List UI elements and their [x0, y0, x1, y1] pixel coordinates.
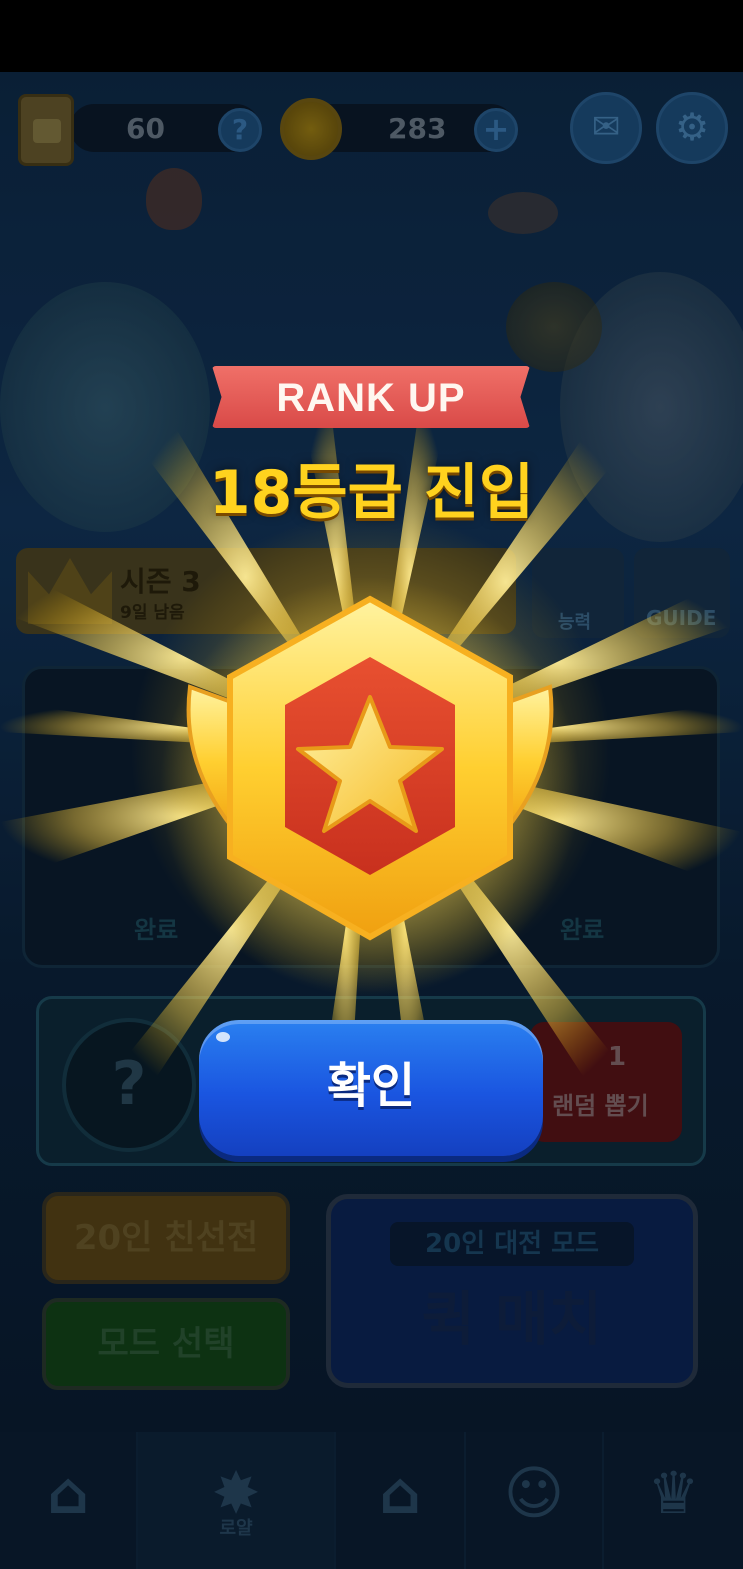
rank-level-text: 18등급 진입 [208, 458, 535, 528]
confirm-button-label[interactable]: 확인 [199, 1020, 543, 1156]
game-screen: 60 ? 283 + ✉ ⚙ 시즌 3 9일 남음 능력 GUIDE 완료 완료… [0, 72, 743, 1569]
rank-up-title: RANK UP [276, 376, 466, 420]
rank-badge-icon [160, 577, 580, 997]
status-bar [0, 0, 743, 72]
